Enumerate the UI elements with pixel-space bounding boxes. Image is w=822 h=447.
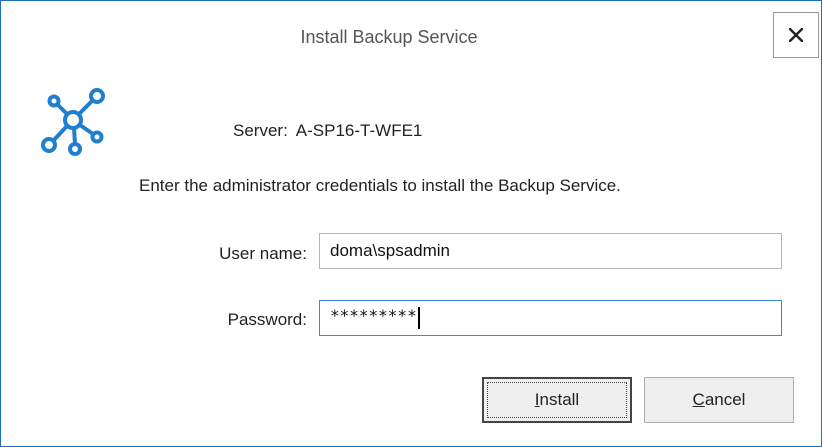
dialog-title: Install Backup Service <box>300 27 478 47</box>
text-caret <box>417 307 420 329</box>
username-input[interactable] <box>319 233 782 269</box>
install-button[interactable]: Install <box>482 377 632 423</box>
cancel-label-rest: ancel <box>704 390 746 409</box>
server-label: Server: <box>233 121 288 140</box>
focus-indicator <box>487 382 627 418</box>
cancel-button-label: Cancel <box>693 390 746 410</box>
instruction-text: Enter the administrator credentials to i… <box>139 176 621 195</box>
install-backup-service-dialog: Install Backup Service Server: A-SP16-T-W… <box>0 0 822 447</box>
password-mask: ********* <box>330 306 417 325</box>
network-nodes-icon <box>41 88 105 156</box>
close-button[interactable] <box>773 12 819 58</box>
server-info: Server: A-SP16-T-WFE1 <box>233 121 422 141</box>
username-label: User name: <box>219 244 307 263</box>
password-label: Password: <box>227 310 307 329</box>
cancel-button[interactable]: Cancel <box>644 377 794 423</box>
password-input[interactable]: ********* <box>319 300 782 336</box>
server-value: A-SP16-T-WFE1 <box>295 121 423 140</box>
cancel-mnemonic: C <box>692 390 705 409</box>
close-icon <box>789 28 803 42</box>
